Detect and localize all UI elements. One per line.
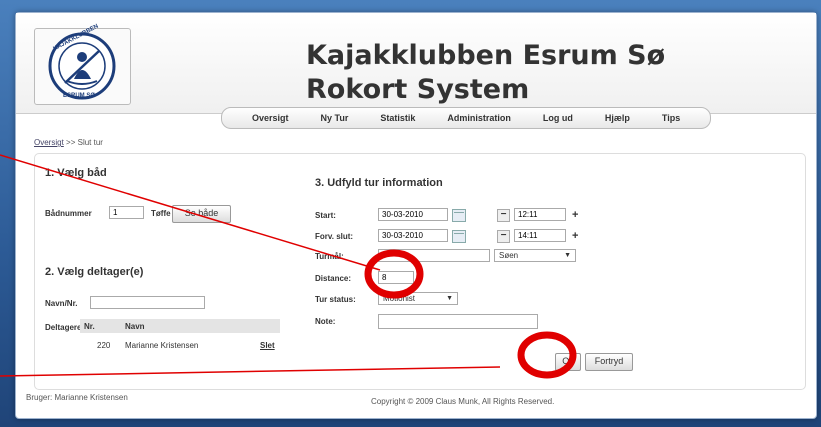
section2-heading: 2. Vælg deltager(e) xyxy=(45,266,144,278)
boat-number-label: Bådnummer xyxy=(45,209,92,218)
logged-in-user: Bruger: Marianne Kristensen xyxy=(26,393,128,402)
logo-text-bottom: ESRUM SØ xyxy=(63,93,96,99)
col-name-header: Navn xyxy=(125,322,145,331)
kayaker-logo-icon xyxy=(48,32,116,100)
section3-heading: 3. Udfyld tur information xyxy=(315,177,443,189)
club-logo: KAJAKKLUBBEN ESRUM SØ xyxy=(34,24,131,105)
participant-nr: 220 xyxy=(97,341,111,350)
status-label: Tur status: xyxy=(315,295,356,304)
destination-label: Turmål: xyxy=(315,252,344,261)
show-boats-button[interactable]: Se både xyxy=(172,205,231,223)
destination-input[interactable] xyxy=(378,249,490,262)
status-select[interactable]: Motionist ▼ xyxy=(378,292,458,305)
start-time-minus-button[interactable]: − xyxy=(497,209,510,222)
distance-input[interactable] xyxy=(378,271,414,284)
cancel-button[interactable]: Fortryd xyxy=(585,353,633,371)
ok-button[interactable]: Ok xyxy=(555,353,581,371)
distance-label: Distance: xyxy=(315,274,352,283)
nav-oversigt[interactable]: Oversigt xyxy=(236,108,305,128)
nav-ny-tur[interactable]: Ny Tur xyxy=(305,108,365,128)
page-header: KAJAKKLUBBEN ESRUM SØ Kajakklubben Esrum… xyxy=(16,13,816,114)
start-calendar-icon[interactable] xyxy=(452,209,466,222)
end-calendar-icon[interactable] xyxy=(452,230,466,243)
col-nr-header: Nr. xyxy=(84,322,95,331)
delete-participant-link[interactable]: Slet xyxy=(260,341,275,350)
status-select-value: Motionist xyxy=(383,294,416,303)
chevron-down-icon: ▼ xyxy=(446,295,453,302)
start-time-plus-button[interactable]: + xyxy=(572,209,578,221)
nav-hjaelp[interactable]: Hjælp xyxy=(589,108,646,128)
end-time-minus-button[interactable]: − xyxy=(497,230,510,243)
start-label: Start: xyxy=(315,211,336,220)
form-panel: 1. Vælg båd Bådnummer Tøffe Se både 2. V… xyxy=(34,153,806,390)
breadcrumb-link-oversigt[interactable]: Oversigt xyxy=(34,138,64,147)
boat-number-input[interactable] xyxy=(109,206,144,219)
end-label: Forv. slut: xyxy=(315,232,354,241)
end-time-input[interactable] xyxy=(514,229,566,242)
note-label: Note: xyxy=(315,317,336,326)
name-number-label: Navn/Nr. xyxy=(45,299,78,308)
end-time-plus-button[interactable]: + xyxy=(572,230,578,242)
app-window: KAJAKKLUBBEN ESRUM SØ Kajakklubben Esrum… xyxy=(15,12,817,419)
boat-name: Tøffe xyxy=(151,209,171,218)
page-title: Kajakklubben Esrum Sø Rokort System xyxy=(306,39,665,107)
title-line-1: Kajakklubben Esrum Sø xyxy=(306,40,666,71)
nav-log-ud[interactable]: Log ud xyxy=(527,108,589,128)
start-time-input[interactable] xyxy=(514,208,566,221)
name-number-input[interactable] xyxy=(90,296,205,309)
destination-select[interactable]: Søen ▼ xyxy=(494,249,576,262)
page-footer: Bruger: Marianne Kristensen Copyright © … xyxy=(16,385,816,415)
start-date-input[interactable] xyxy=(378,208,448,221)
section1-heading: 1. Vælg båd xyxy=(45,167,107,179)
breadcrumb: Oversigt >> Slut tur xyxy=(34,138,103,147)
participants-label: Deltagere xyxy=(45,323,82,332)
title-line-2: Rokort System xyxy=(306,74,530,105)
main-nav: Oversigt Ny Tur Statistik Administration… xyxy=(221,107,712,129)
note-input[interactable] xyxy=(378,314,538,329)
nav-statistik[interactable]: Statistik xyxy=(364,108,431,128)
breadcrumb-separator: >> xyxy=(66,138,76,147)
chevron-down-icon: ▼ xyxy=(564,252,571,259)
nav-administration[interactable]: Administration xyxy=(431,108,527,128)
copyright-text: Copyright © 2009 Claus Munk, All Rights … xyxy=(371,397,555,406)
nav-tips[interactable]: Tips xyxy=(646,108,696,128)
destination-select-value: Søen xyxy=(499,251,519,260)
end-date-input[interactable] xyxy=(378,229,448,242)
breadcrumb-current: Slut tur xyxy=(77,138,103,147)
participants-table-header: Nr. Navn xyxy=(80,319,280,333)
participant-name: Marianne Kristensen xyxy=(125,341,199,350)
